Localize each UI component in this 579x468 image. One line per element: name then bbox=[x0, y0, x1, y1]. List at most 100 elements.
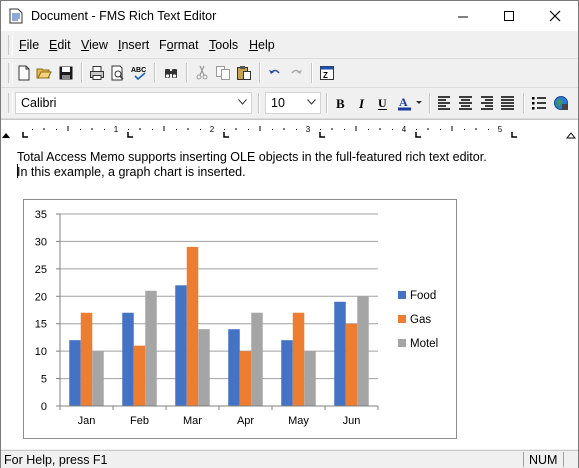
menu-insert[interactable]: Insert bbox=[118, 38, 149, 52]
copy-icon bbox=[216, 66, 230, 80]
spell-check-button[interactable]: ABC bbox=[129, 63, 149, 83]
ruler-tick bbox=[224, 129, 225, 130]
ruler-tick bbox=[464, 129, 465, 130]
ruler-tick bbox=[296, 129, 297, 130]
document-area[interactable]: Total Access Memo supports inserting OLE… bbox=[1, 139, 578, 449]
legend-label-gas: Gas bbox=[410, 314, 431, 326]
y-tick-label: 25 bbox=[35, 264, 47, 276]
ruler-tick bbox=[344, 129, 345, 130]
embedded-chart-object[interactable]: 0 5 10 15 20 25 30 35 Jan Feb Mar Apr May Jun Food Gas M… bbox=[23, 199, 457, 439]
right-indent-marker bbox=[565, 132, 577, 139]
print-icon bbox=[90, 66, 104, 80]
paste-button[interactable] bbox=[234, 63, 254, 83]
bar-food-may bbox=[281, 340, 293, 406]
ruler-tick bbox=[368, 129, 369, 130]
bar-food-feb bbox=[122, 312, 134, 406]
ruler-tick bbox=[80, 129, 81, 130]
bold-button[interactable]: B bbox=[331, 93, 351, 113]
new-button[interactable] bbox=[14, 63, 34, 83]
menu-edit[interactable]: Edit bbox=[49, 38, 71, 52]
status-pane-divider bbox=[563, 452, 564, 467]
bar-food-jan bbox=[69, 340, 81, 406]
status-bar: For Help, press F1 NUM bbox=[1, 450, 578, 468]
bullets-button[interactable] bbox=[529, 93, 549, 113]
status-pane-divider bbox=[523, 452, 524, 467]
undo-button[interactable] bbox=[265, 63, 285, 83]
font-color-icon: A bbox=[398, 95, 422, 111]
bar-motel-may bbox=[304, 351, 316, 406]
maximize-button[interactable] bbox=[486, 1, 532, 31]
align-left-button[interactable] bbox=[435, 93, 455, 113]
x-tick-label: Jan bbox=[78, 415, 96, 427]
tab-stop-marker bbox=[415, 132, 421, 138]
legend-swatch-gas bbox=[398, 315, 406, 323]
print-button[interactable] bbox=[87, 63, 107, 83]
spell-check-icon: ABC bbox=[131, 67, 146, 81]
open-button[interactable] bbox=[34, 63, 54, 83]
format-toolbar-grip bbox=[8, 93, 13, 113]
align-center-icon bbox=[459, 96, 472, 110]
ruler-tick bbox=[128, 129, 129, 130]
svg-text:U: U bbox=[378, 96, 387, 110]
menu-format[interactable]: Format bbox=[159, 38, 199, 52]
bar-motel-jun bbox=[357, 296, 369, 406]
ruler-tick bbox=[200, 129, 201, 130]
tab-stop-marker bbox=[127, 132, 133, 138]
align-right-button[interactable] bbox=[477, 93, 497, 113]
undo-icon bbox=[269, 69, 280, 74]
justify-button[interactable] bbox=[498, 93, 518, 113]
font-size-combo[interactable]: 10 bbox=[265, 92, 321, 114]
font-name-combo[interactable]: Calibri bbox=[15, 92, 252, 114]
ruler-tick bbox=[392, 129, 393, 130]
save-button[interactable] bbox=[56, 63, 76, 83]
print-preview-button[interactable] bbox=[108, 63, 128, 83]
underline-icon: U bbox=[378, 96, 387, 110]
find-button[interactable] bbox=[161, 63, 181, 83]
ruler-number: 2 bbox=[210, 125, 215, 134]
bar-motel-mar bbox=[198, 329, 210, 406]
chevron-down-icon bbox=[238, 99, 247, 105]
new-document-icon bbox=[18, 65, 30, 81]
menu-help[interactable]: Help bbox=[249, 38, 275, 52]
y-tick-label: 20 bbox=[35, 291, 47, 303]
save-icon bbox=[59, 66, 73, 80]
paste-icon bbox=[237, 66, 251, 80]
bar-gas-jun bbox=[345, 323, 358, 406]
svg-text:I: I bbox=[358, 96, 365, 111]
ruler-tick bbox=[320, 129, 321, 130]
cut-button[interactable] bbox=[192, 63, 212, 83]
bar-gas-apr bbox=[239, 351, 252, 406]
ruler-tick bbox=[272, 129, 273, 130]
title-bar: Document - FMS Rich Text Editor bbox=[1, 1, 578, 31]
underline-button[interactable]: U bbox=[373, 93, 393, 113]
insert-object-button[interactable]: Z bbox=[317, 63, 337, 83]
minimize-icon bbox=[458, 16, 468, 18]
status-num-indicator: NUM bbox=[529, 453, 558, 467]
font-color-button[interactable]: A bbox=[395, 93, 425, 113]
app-window: Document - FMS Rich Text Editor File Edi… bbox=[0, 0, 579, 468]
align-right-icon bbox=[481, 96, 493, 110]
redo-button[interactable] bbox=[286, 63, 306, 83]
ruler-tick bbox=[152, 129, 153, 130]
ruler-number: 1 bbox=[114, 125, 119, 134]
align-left-icon bbox=[438, 96, 450, 110]
menu-view[interactable]: View bbox=[81, 38, 108, 52]
menu-file[interactable]: File bbox=[19, 38, 39, 52]
ruler-tick bbox=[176, 129, 177, 130]
font-name-value: Calibri bbox=[21, 96, 57, 110]
close-button[interactable] bbox=[532, 1, 578, 31]
svg-text:A: A bbox=[399, 95, 408, 109]
bar-motel-feb bbox=[145, 290, 157, 406]
close-icon bbox=[549, 10, 561, 22]
copy-button[interactable] bbox=[213, 63, 233, 83]
ruler[interactable]: 1 2 3 4 5 bbox=[1, 119, 578, 140]
menu-tools[interactable]: Tools bbox=[209, 38, 238, 52]
ruler-number: 3 bbox=[306, 125, 311, 134]
align-center-button[interactable] bbox=[456, 93, 476, 113]
italic-button[interactable]: I bbox=[352, 93, 372, 113]
status-help-text: For Help, press F1 bbox=[4, 453, 108, 467]
toolbar-grip bbox=[8, 63, 13, 83]
web-button[interactable] bbox=[551, 93, 571, 113]
minimize-button[interactable] bbox=[440, 1, 486, 31]
legend-label-motel: Motel bbox=[410, 338, 438, 350]
